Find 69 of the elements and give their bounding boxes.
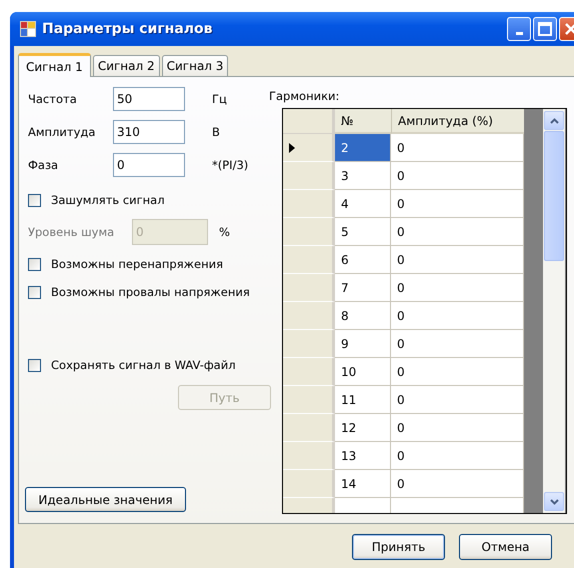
table-cell[interactable]: 9 — [335, 330, 391, 358]
checkbox-label: Сохранять сигнал в WAV-файл — [51, 358, 236, 372]
tab[interactable]: Сигнал 1 — [18, 53, 91, 77]
field-label: Амплитуда — [28, 125, 96, 139]
harmonics-label: Гармоники: — [269, 89, 340, 105]
table-cell[interactable]: 0 — [391, 386, 524, 414]
app-icon — [20, 21, 36, 37]
checkbox[interactable] — [28, 258, 41, 270]
table-cell[interactable]: 0 — [391, 218, 524, 246]
checkbox[interactable] — [28, 286, 41, 298]
table-cell[interactable]: 0 — [391, 330, 524, 358]
field-label: Фаза — [28, 158, 60, 172]
table-cell[interactable]: 7 — [335, 274, 391, 302]
table-cell[interactable]: 0 — [391, 358, 524, 386]
table-cell[interactable]: 6 — [335, 246, 391, 274]
input-field[interactable]: 50 — [113, 87, 185, 111]
table-cell[interactable]: 0 — [391, 302, 524, 330]
table-cell[interactable]: 0 — [391, 414, 524, 442]
checkbox-label: Возможны провалы напряжения — [51, 285, 250, 299]
table-cell[interactable]: 10 — [335, 358, 391, 386]
table-cell[interactable]: 3 — [335, 162, 391, 190]
table-cell[interactable]: 13 — [335, 442, 391, 470]
scrollbar[interactable] — [543, 109, 565, 513]
table-cell[interactable]: 11 — [335, 386, 391, 414]
table-cell[interactable]: 0 — [391, 442, 524, 470]
table-cell[interactable]: 12 — [335, 414, 391, 442]
window-title: Параметры сигналов — [42, 21, 214, 37]
table-cell[interactable]: 0 — [391, 162, 524, 190]
chevron-down-icon — [550, 498, 558, 504]
field-label: Частота — [28, 92, 78, 106]
checkbox[interactable] — [28, 358, 41, 372]
scroll-up-button[interactable] — [544, 111, 564, 130]
column-header[interactable]: Амплитуда (%) — [391, 109, 524, 134]
table-cell[interactable]: 2 — [335, 134, 391, 162]
maximize-button[interactable] — [533, 17, 557, 41]
unit-label: Гц — [212, 92, 227, 106]
input-field[interactable]: 310 — [113, 120, 185, 144]
header-cell — [283, 109, 335, 134]
table-cell[interactable]: 8 — [335, 302, 391, 330]
input-field[interactable]: 0 — [113, 153, 185, 177]
chevron-up-icon — [550, 118, 558, 124]
maximize-icon — [538, 22, 552, 36]
close-icon — [564, 22, 574, 36]
unit-label: % — [219, 225, 230, 239]
field-label: Уровень шума — [28, 225, 116, 239]
ideal-values-button[interactable]: Идеальные значения — [25, 487, 186, 512]
table-cell[interactable]: 14 — [335, 470, 391, 498]
unit-label: В — [212, 125, 220, 139]
table-cell[interactable]: 0 — [391, 274, 524, 302]
unit-label: *(PI/3) — [212, 158, 248, 172]
table-cell[interactable]: 5 — [335, 218, 391, 246]
checkbox-label: Возможны перенапряжения — [51, 257, 223, 271]
minimize-icon — [516, 32, 522, 34]
dialog-button[interactable]: Принять — [352, 534, 445, 560]
scroll-down-button[interactable] — [544, 492, 564, 511]
minimize-button[interactable] — [507, 17, 531, 41]
checkbox[interactable] — [28, 194, 41, 206]
table-cell[interactable]: 0 — [391, 134, 524, 162]
row-header[interactable] — [283, 134, 335, 162]
tab[interactable]: Сигнал 2 — [92, 55, 160, 76]
column-header[interactable]: № — [335, 109, 391, 134]
scroll-thumb[interactable] — [544, 131, 564, 261]
table-cell[interactable]: 4 — [335, 190, 391, 218]
table-cell[interactable]: 0 — [391, 470, 524, 498]
table-cell[interactable]: 0 — [391, 190, 524, 218]
tab[interactable]: Сигнал 3 — [162, 55, 228, 76]
dialog-button[interactable]: Отмена — [459, 534, 552, 560]
checkbox-label: Зашумлять сигнал — [51, 193, 165, 207]
table-cell[interactable]: 0 — [391, 246, 524, 274]
